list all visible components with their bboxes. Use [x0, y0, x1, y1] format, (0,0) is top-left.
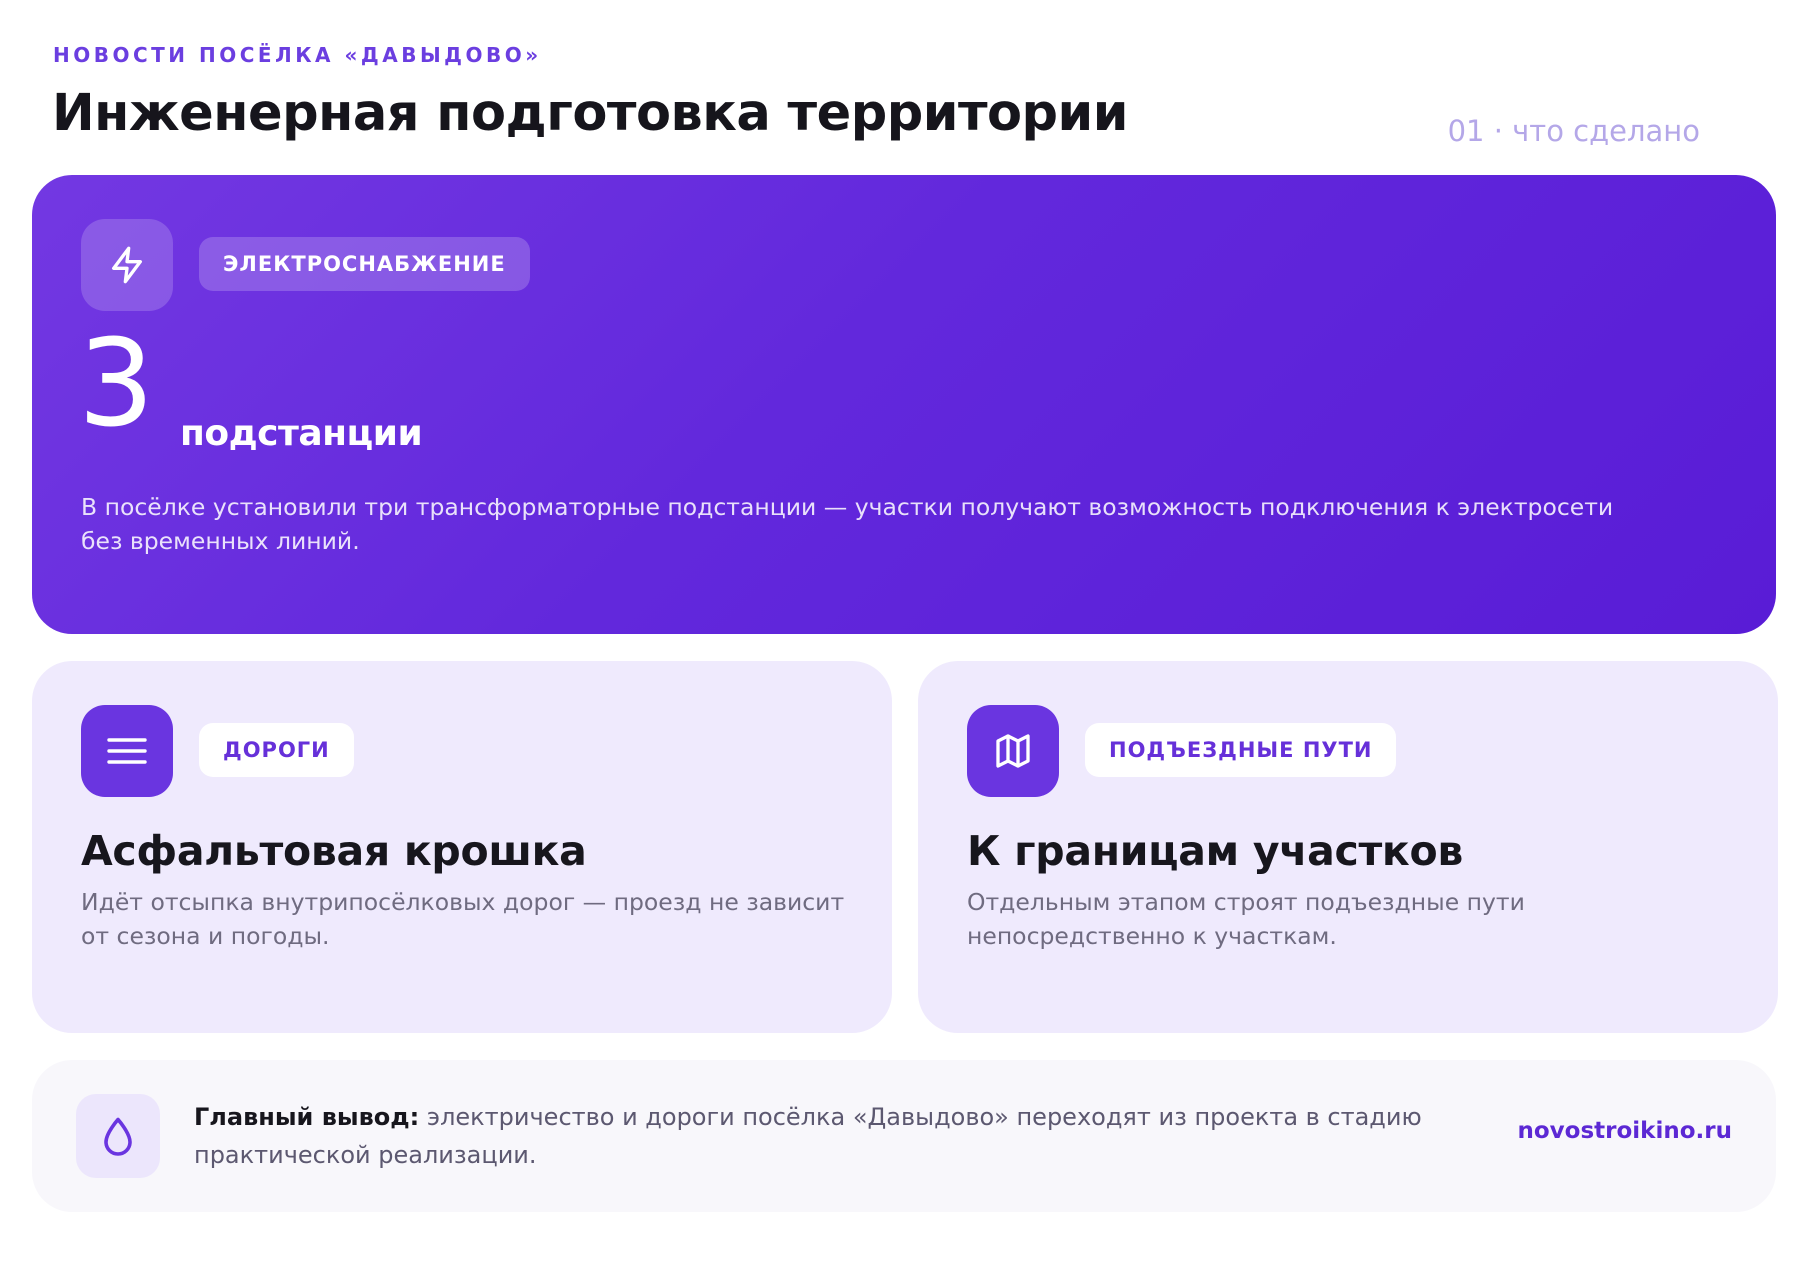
- map-icon: [967, 705, 1059, 797]
- conclusion-lead: Главный вывод:: [194, 1103, 420, 1131]
- roads-description: Идёт отсыпка внутрипосёлковых дорог — пр…: [81, 888, 845, 950]
- menu-lines-icon: [81, 705, 173, 797]
- roads-card: ДОРОГИ Асфальтовая крошка Идёт отсыпка в…: [32, 661, 892, 1033]
- access-roads-description: Отдельным этапом строят подъездные пути …: [967, 888, 1525, 950]
- electricity-tag: ЭЛЕКТРОСНАБЖЕНИЕ: [199, 237, 530, 291]
- lightning-icon: [81, 219, 173, 311]
- substation-count: 3: [78, 315, 155, 454]
- roads-title: Асфальтовая крошка: [81, 827, 587, 875]
- conclusion-text: Главный вывод: электричество и дороги по…: [194, 1098, 1454, 1174]
- site-link[interactable]: novostroikino.ru: [1518, 1118, 1733, 1144]
- access-roads-title: К границам участков: [967, 827, 1463, 875]
- roads-tag: ДОРОГИ: [199, 723, 354, 777]
- access-roads-tag: ПОДЪЕЗДНЫЕ ПУТИ: [1085, 723, 1397, 777]
- electricity-card: ЭЛЕКТРОСНАБЖЕНИЕ 3 подстанции В посёлке …: [32, 175, 1776, 634]
- news-kicker: НОВОСТИ ПОСЁЛКА «ДАВЫДОВО»: [53, 43, 542, 67]
- conclusion-banner: Главный вывод: электричество и дороги по…: [32, 1060, 1776, 1212]
- droplet-icon: [76, 1094, 160, 1178]
- section-number: 01 · что сделано: [1447, 114, 1700, 148]
- substation-unit: подстанции: [180, 413, 423, 454]
- electricity-description: В посёлке установили три трансформаторны…: [81, 493, 1614, 555]
- page-title: Инженерная подготовка территории: [52, 84, 1129, 143]
- access-roads-card: ПОДЪЕЗДНЫЕ ПУТИ К границам участков Отде…: [918, 661, 1778, 1033]
